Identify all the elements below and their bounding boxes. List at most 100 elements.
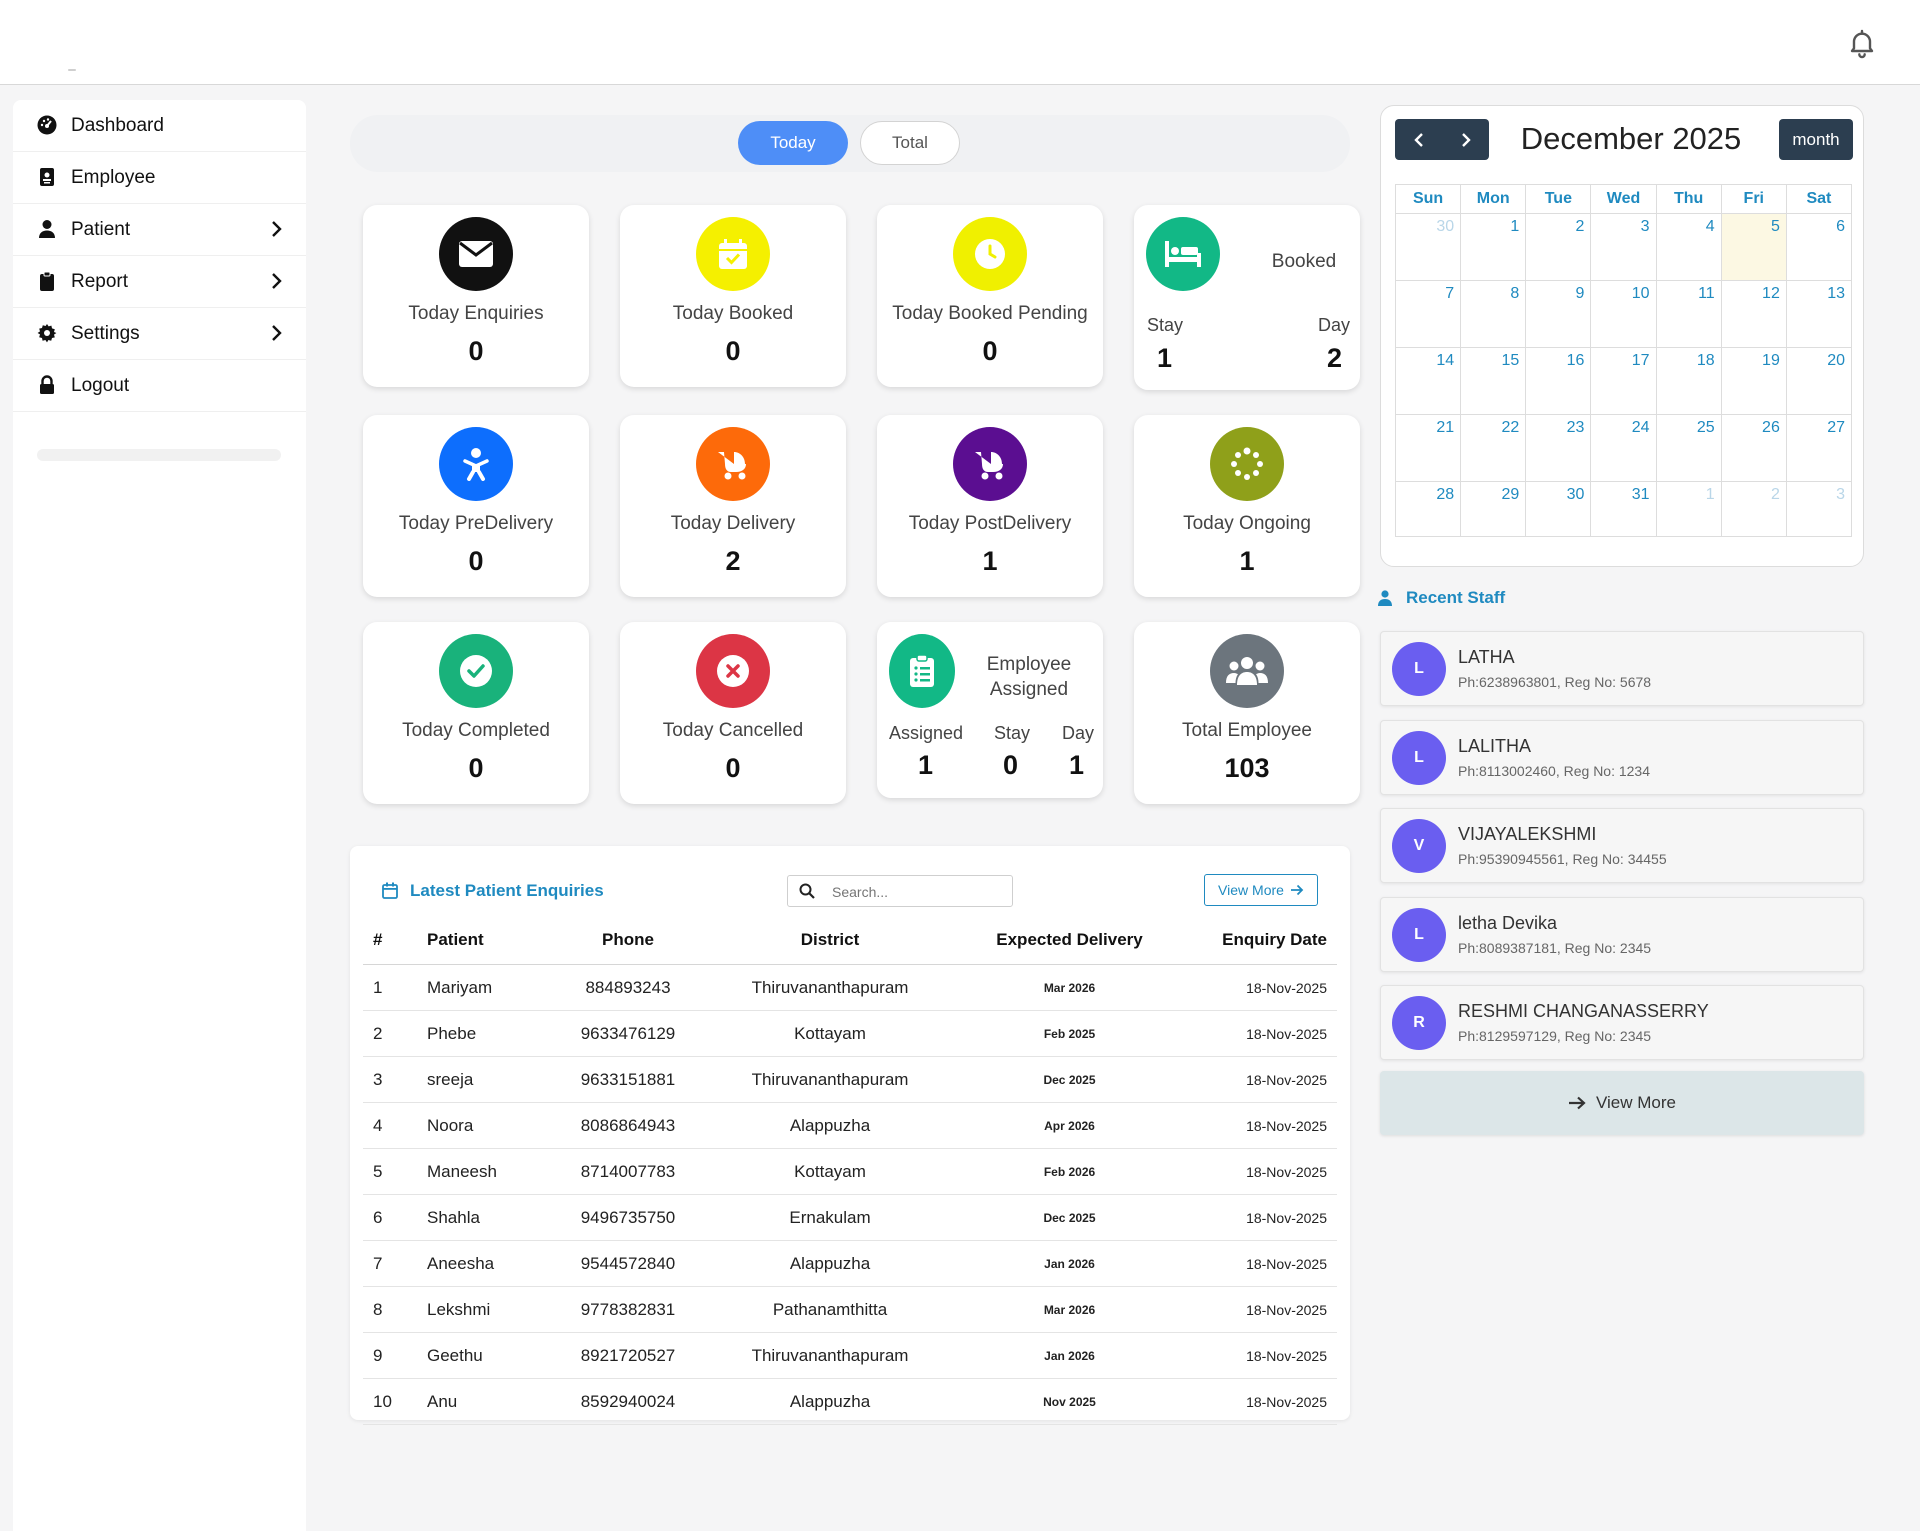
total-toggle-button[interactable]: Total — [860, 121, 960, 165]
calendar-day[interactable]: 21 — [1394, 414, 1462, 482]
calendar-day[interactable]: 8 — [1460, 280, 1527, 348]
staff-card[interactable]: L LALITHA Ph:8113002460, Reg No: 1234 — [1380, 719, 1864, 795]
table-cell: Kottayam — [704, 1010, 956, 1057]
table-row[interactable]: 8 Lekshmi 9778382831 Pathanamthitta Mar 2026… — [363, 1286, 1337, 1333]
table-cell: Thiruvananthapuram — [704, 964, 956, 1011]
calendar-day[interactable]: 1 — [1460, 213, 1527, 281]
calendar-day[interactable]: 26 — [1720, 414, 1787, 482]
calendar-day[interactable]: 27 — [1785, 414, 1853, 482]
sidebar-item-report[interactable]: Report — [13, 256, 306, 308]
calendar-day[interactable]: 22 — [1460, 414, 1527, 482]
table-row[interactable]: 9 Geethu 8921720527 Thiruvananthapuram Jan 2… — [363, 1332, 1337, 1379]
staff-card[interactable]: R RESHMI CHANGANASSERRY Ph:8129597129, Reg… — [1380, 985, 1864, 1060]
calendar-day[interactable]: 5 — [1720, 213, 1787, 281]
staff-name: LATHA — [1458, 647, 1515, 667]
today-toggle-button[interactable]: Today — [738, 121, 848, 165]
card-today-completed[interactable]: Today Completed 0 — [363, 622, 589, 804]
card-employee-assigned[interactable]: Employee Assigned Assigned 1 Stay 0 Day … — [877, 622, 1103, 798]
table-row[interactable]: 7 Aneesha 9544572840 Alappuzha Jan 2026 18-No… — [363, 1240, 1337, 1287]
calendar-day[interactable]: 29 — [1460, 481, 1527, 537]
table-cell: 8714007783 — [552, 1148, 704, 1195]
card-booked-split[interactable]: Booked Stay 1 Day 2 — [1134, 205, 1360, 390]
table-row[interactable]: 4 Noora 8086864943 Alappuzha Apr 2026 18-Nov-… — [363, 1102, 1337, 1149]
table-cell: 18-Nov-2025 — [1183, 1148, 1337, 1195]
table-cell: Maneesh — [426, 1148, 552, 1195]
sidebar-item-logout[interactable]: Logout — [13, 360, 306, 412]
avatar: V — [1392, 819, 1446, 873]
calendar-day[interactable]: 19 — [1720, 347, 1787, 415]
arrow-right-icon — [1569, 1096, 1586, 1110]
enquiries-table: # Patient Phone District Expected Delive… — [363, 916, 1337, 1425]
card-today-booked[interactable]: Today Booked 0 — [620, 205, 846, 387]
calendar-day[interactable]: 7 — [1394, 280, 1462, 348]
calendar-day[interactable]: 14 — [1394, 347, 1462, 415]
table-row[interactable]: 5 Maneesh 8714007783 Kottayam Feb 2026 18-Nov… — [363, 1148, 1337, 1195]
view-more-enquiries-button[interactable]: View More — [1204, 874, 1318, 906]
table-row[interactable]: 3 sreeja 9633151881 Thiruvananthapuram Dec 2… — [363, 1056, 1337, 1103]
calendar-day[interactable]: 1 — [1655, 481, 1722, 537]
calendar-day[interactable]: 6 — [1785, 213, 1853, 281]
calendar-day[interactable]: 13 — [1785, 280, 1853, 348]
calendar-day[interactable]: 16 — [1525, 347, 1592, 415]
staff-card[interactable]: L LATHA Ph:6238963801, Reg No: 5678 — [1380, 631, 1864, 706]
clipboard-icon — [40, 271, 54, 291]
month-view-button[interactable]: month — [1779, 119, 1853, 160]
calendar-day[interactable]: 23 — [1525, 414, 1592, 482]
sidebar-item-dashboard[interactable]: Dashboard — [13, 100, 306, 152]
lock-icon — [40, 375, 54, 394]
calendar-day[interactable]: 17 — [1590, 347, 1657, 415]
calendar-day[interactable]: 9 — [1525, 280, 1592, 348]
table-cell: 18-Nov-2025 — [1183, 1102, 1337, 1149]
calendar-day[interactable]: 10 — [1590, 280, 1657, 348]
calendar-day[interactable]: 28 — [1394, 481, 1462, 537]
sidebar-item-employee[interactable]: Employee — [13, 152, 306, 204]
calendar-day[interactable]: 3 — [1590, 213, 1657, 281]
card-today-delivery[interactable]: Today Delivery 2 — [620, 415, 846, 597]
calendar-grid: Sun Mon Tue Wed Thu Fri Sat 30 1 2 3 4 5 6 7 8 9 10 11 12 1… — [1394, 184, 1853, 537]
calendar-day[interactable]: 25 — [1655, 414, 1722, 482]
calendar-day[interactable]: 2 — [1720, 481, 1787, 537]
card-today-postdelivery[interactable]: Today PostDelivery 1 — [877, 415, 1103, 597]
card-today-predelivery[interactable]: Today PreDelivery 0 — [363, 415, 589, 597]
calendar-day[interactable]: 2 — [1525, 213, 1592, 281]
staff-card[interactable]: Lletha Devika Ph:8089387181, Reg No: 2345 — [1380, 896, 1864, 972]
sidebar-item-patient[interactable]: Patient — [13, 204, 306, 256]
table-row[interactable]: 2 Phebe 9633476129 Kottayam Feb 2025 18-Nov-2… — [363, 1010, 1337, 1057]
calendar-day[interactable]: 20 — [1785, 347, 1853, 415]
sidebar-item-settings[interactable]: Settings — [13, 308, 306, 360]
calendar-day[interactable]: 4 — [1655, 213, 1722, 281]
staff-card[interactable]: V VIJAYALEKSHMI Ph:95390945561, Reg No: 34… — [1380, 808, 1864, 883]
calendar-day[interactable]: 15 — [1460, 347, 1527, 415]
calendar-day[interactable]: 11 — [1655, 280, 1722, 348]
bell-icon[interactable] — [1846, 26, 1878, 60]
search-field[interactable] — [787, 875, 1013, 907]
view-more-staff-button[interactable]: View More — [1380, 1071, 1864, 1135]
calendar-day[interactable]: 30 — [1525, 481, 1592, 537]
sidebar-item-label: Employee — [71, 166, 156, 188]
calendar-day[interactable]: 18 — [1655, 347, 1722, 415]
table-row[interactable]: 1 Mariyam 884893243 Thiruvananthapuram Mar 2… — [363, 964, 1337, 1011]
card-value: 0 — [725, 336, 741, 366]
card-today-enquiries[interactable]: Today Enquiries 0 — [363, 205, 589, 387]
table-row[interactable]: 6 Shahla 9496735750 Ernakulam Dec 2025 18-Nov… — [363, 1194, 1337, 1241]
card-today-cancelled[interactable]: Today Cancelled 0 — [620, 622, 846, 804]
view-more-label: View More — [1596, 1093, 1676, 1112]
card-today-booked-pending[interactable]: Today Booked Pending 0 — [877, 205, 1103, 387]
calendar-day[interactable]: 12 — [1720, 280, 1787, 348]
card-total-employee[interactable]: Total Employee 103 — [1134, 622, 1360, 804]
staff-name: LALITHA — [1458, 735, 1532, 756]
stay-value: 1 — [1157, 343, 1173, 373]
staff-name: VIJAYALEKSHMI — [1458, 824, 1597, 844]
calendar-day[interactable]: 24 — [1590, 414, 1657, 482]
card-today-ongoing[interactable]: Today Ongoing 1 — [1134, 415, 1360, 597]
weekday-header: Mon — [1460, 184, 1527, 214]
calendar-day[interactable]: 3 — [1785, 481, 1853, 537]
calendar-day[interactable]: 31 — [1590, 481, 1657, 537]
prev-month-button[interactable] — [1395, 119, 1442, 160]
table-row[interactable]: 10 Anu 8592940024 Alappuzha Nov 2025 18-Nov-2… — [363, 1378, 1337, 1425]
avatar: L — [1392, 642, 1446, 696]
search-input[interactable] — [830, 880, 1004, 904]
day-value: 1 — [1069, 750, 1085, 780]
calendar-day[interactable]: 30 — [1394, 213, 1462, 281]
next-month-button[interactable] — [1442, 119, 1489, 160]
